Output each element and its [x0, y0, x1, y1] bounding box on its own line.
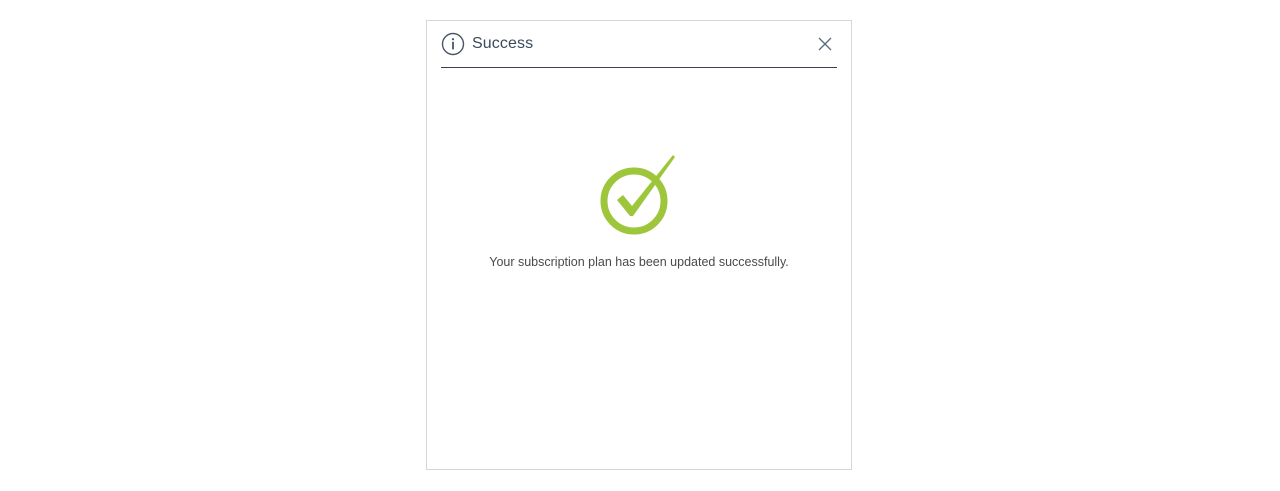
success-message: Your subscription plan has been updated …	[489, 255, 789, 269]
success-dialog: Success Your subscription plan has been …	[426, 20, 852, 470]
close-icon[interactable]	[817, 36, 833, 52]
check-circle-icon	[599, 153, 677, 237]
info-icon	[441, 32, 465, 56]
dialog-header: Success	[441, 21, 837, 68]
dialog-title: Success	[472, 35, 534, 52]
